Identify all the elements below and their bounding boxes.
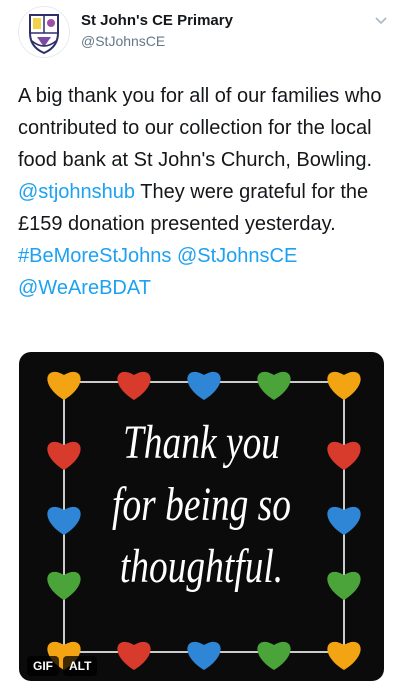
gif-caption: Thank you for being so thoughtful. [19, 412, 384, 598]
heart-icon [187, 641, 221, 670]
tweet-text-part: A big thank you for all of our families … [18, 85, 382, 171]
account-name[interactable]: St John's CE Primary [81, 12, 233, 29]
avatar[interactable] [18, 6, 70, 58]
heart-icon [327, 641, 361, 670]
mention-link[interactable]: @WeAreBDAT [18, 277, 151, 299]
caption-line: Thank you [122, 416, 281, 469]
hashtag-link[interactable]: #BeMoreStJohns [18, 245, 171, 267]
account-handle[interactable]: @StJohnsCE [81, 33, 165, 49]
heart-icon [187, 371, 221, 400]
school-crest-icon [29, 14, 59, 55]
mention-link[interactable]: @StJohnsCE [177, 245, 297, 267]
heart-icon [257, 641, 291, 670]
tweet-header: St John's CE Primary @StJohnsCE [18, 6, 388, 58]
alt-badge[interactable]: ALT [63, 656, 98, 676]
heart-icon [257, 371, 291, 400]
gif-media[interactable]: Thank you for being so thoughtful. GIF A… [19, 352, 384, 681]
mention-link[interactable]: @stjohnshub [18, 181, 135, 203]
caption-line: thoughtful. [119, 540, 284, 593]
heart-icon [117, 371, 151, 400]
tweet-text: A big thank you for all of our families … [18, 80, 388, 304]
caption-line: for being so [112, 478, 291, 531]
heart-icon [47, 371, 81, 400]
chevron-down-icon[interactable] [374, 14, 388, 28]
heart-icon [117, 641, 151, 670]
gif-badge: GIF [27, 656, 59, 676]
heart-icon [327, 371, 361, 400]
